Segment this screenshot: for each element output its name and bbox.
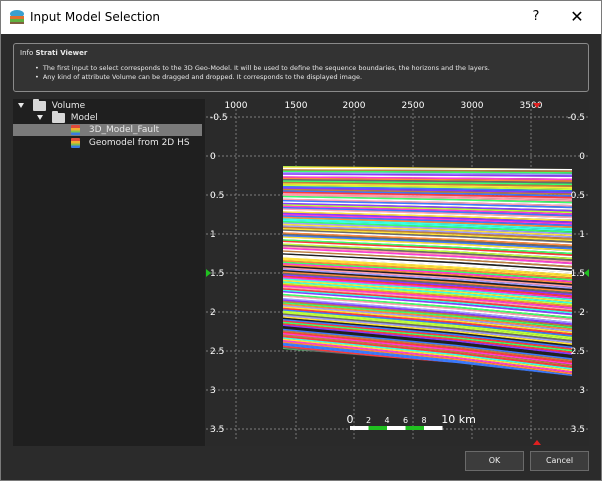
y-tick-label-left: 1 [210, 230, 216, 240]
scale-segment [368, 426, 387, 430]
x-tick-label: 2000 [343, 101, 366, 111]
x-tick-label: 2500 [402, 101, 425, 111]
seismic-horizon [283, 365, 572, 376]
y-tick-label-right: 0 [579, 152, 585, 162]
seismic-horizon [283, 368, 572, 376]
tree-item-3d-model-fault[interactable]: 3D_Model_Fault [13, 124, 202, 136]
info-list: The first input to select corresponds to… [42, 64, 490, 82]
scale-bar: 0 2 4 6 8 10 km [347, 413, 476, 430]
y-tick-label-right: 1 [579, 230, 585, 240]
y-tick-label-left: 0.5 [210, 191, 224, 201]
y-tick-label-right: 2.5 [571, 347, 585, 357]
scale-tick-label: 10 km [441, 413, 476, 426]
y-tick-label-left: 3 [210, 386, 216, 396]
scale-tick-label: 4 [384, 416, 389, 425]
tree-label: 3D_Model_Fault [88, 125, 160, 135]
tree-label: Volume [51, 101, 86, 111]
ok-button[interactable]: OK [465, 451, 524, 471]
y-tick-label-left: 2 [210, 308, 216, 318]
tree-label: Model [70, 113, 98, 123]
x-tick-label: 1500 [285, 101, 308, 111]
y-tick-label-left: 2.5 [210, 347, 224, 357]
y-tick-label-right: 3 [579, 386, 585, 396]
scale-segment [424, 426, 443, 430]
strati-viewer[interactable]: 1000 1500 2000 2500 3000 3500 -0.5 -0.5 0 0 0.5 0.5… [206, 99, 589, 446]
tree-node-model[interactable]: Model [37, 110, 98, 124]
info-panel: Info Strati Viewer The first input to se… [13, 43, 589, 92]
folder-icon [51, 110, 65, 123]
y-tick-label-left: 0 [210, 152, 216, 162]
x-tick-label: 1000 [225, 101, 248, 111]
y-tick-label-right: -0.5 [567, 113, 585, 123]
scale-tick-label: 0 [347, 413, 354, 426]
close-button[interactable]: ✕ [567, 7, 587, 27]
seismic-horizon [283, 380, 572, 418]
window-title: Input Model Selection [30, 10, 161, 24]
seismic-horizon [283, 375, 572, 376]
volume-icon [71, 137, 80, 148]
title-bar: Input Model Selection ? ✕ [1, 1, 601, 34]
y-tick-label-right: 0.5 [571, 191, 585, 201]
x-tick-label: 3500 [520, 101, 543, 111]
seismic-horizon [283, 373, 572, 376]
seismic-horizon [283, 372, 572, 376]
y-tick-label-right: 2 [579, 308, 585, 318]
scale-segment [350, 426, 369, 430]
scale-segment [405, 426, 424, 430]
viewer-canvas[interactable]: 1000 1500 2000 2500 3000 3500 -0.5 -0.5 0 0 0.5 0.5… [206, 99, 589, 446]
volume-icon [71, 124, 80, 135]
scale-segment [387, 426, 406, 430]
dialog-window: Input Model Selection ? ✕ Info Strati Vi… [0, 0, 602, 481]
folder-icon [32, 98, 46, 111]
expand-arrow-icon[interactable] [37, 115, 43, 120]
scale-tick-label: 6 [403, 416, 408, 425]
model-tree: Volume Model 3D_Model_Fault Geomodel fro… [13, 98, 205, 446]
info-title: Strati Viewer [35, 49, 88, 57]
help-button[interactable]: ? [527, 7, 545, 27]
seismic-horizon [283, 166, 572, 169]
expand-arrow-icon[interactable] [18, 103, 24, 108]
y-tick-label-left: -0.5 [210, 113, 228, 123]
cancel-button[interactable]: Cancel [530, 451, 589, 471]
y-tick-label-right: 1.5 [571, 269, 585, 279]
scale-tick-label: 8 [421, 416, 426, 425]
info-bullet: The first input to select corresponds to… [42, 64, 490, 73]
info-heading: Info Strati Viewer [20, 49, 87, 57]
bottom-marker-icon[interactable] [533, 440, 541, 445]
y-tick-label-right: 3.5 [571, 425, 585, 435]
tree-item-geomodel-2d-hs[interactable]: Geomodel from 2D HS [71, 137, 190, 149]
y-tick-label-left: 3.5 [210, 425, 224, 435]
info-prefix: Info [20, 49, 34, 57]
scale-tick-label: 2 [366, 416, 371, 425]
info-bullet: Any kind of attribute Volume can be drag… [42, 73, 490, 82]
seismic-horizon [283, 369, 572, 376]
seismic-horizon [283, 366, 572, 376]
seismic-horizon [283, 377, 572, 415]
seismic-section [283, 166, 572, 418]
tree-label: Geomodel from 2D HS [88, 138, 190, 148]
y-tick-label-left: 1.5 [210, 269, 224, 279]
app-icon [10, 10, 24, 24]
x-tick-label: 3000 [461, 101, 484, 111]
seismic-horizon [283, 379, 572, 417]
